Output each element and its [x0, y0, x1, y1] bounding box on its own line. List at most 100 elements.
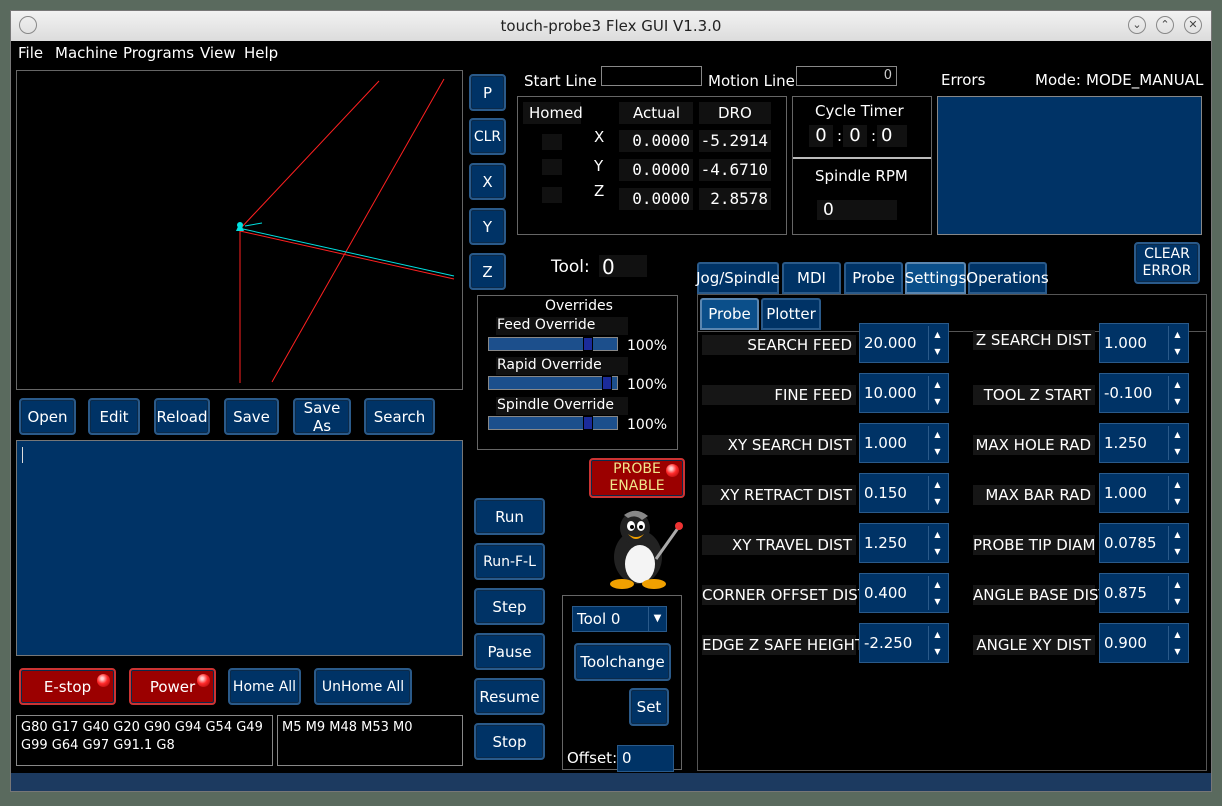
tab-jog-spindle[interactable]: Jog/Spindle: [696, 262, 780, 294]
actual-z-value: 0.0000: [619, 188, 693, 210]
arrow-down-icon[interactable]: ▼: [1168, 393, 1186, 410]
tab-probe[interactable]: Probe: [844, 262, 903, 294]
plot-canvas: [236, 78, 455, 383]
arrow-up-icon[interactable]: ▲: [1168, 376, 1186, 393]
arrow-down-icon[interactable]: ▼: [928, 543, 946, 560]
plot-y-button[interactable]: Y: [469, 208, 506, 245]
run-button[interactable]: Run: [474, 498, 545, 535]
probe-param-label: Z SEARCH DIST: [973, 330, 1095, 350]
spindle-override-slider[interactable]: [488, 416, 618, 430]
arrow-up-icon[interactable]: ▲: [1168, 526, 1186, 543]
arrow-down-icon[interactable]: ▼: [1168, 543, 1186, 560]
probe-param-spinbox[interactable]: 1.250 ▲ ▼: [1099, 423, 1189, 463]
arrow-down-icon[interactable]: ▼: [1168, 443, 1186, 460]
arrow-down-icon[interactable]: ▼: [928, 343, 946, 360]
probe-param-spinbox[interactable]: 1.000 ▲ ▼: [859, 423, 949, 463]
menu-machine[interactable]: Machine: [55, 44, 118, 62]
unhome-all-button[interactable]: UnHome All: [314, 668, 412, 705]
arrow-up-icon[interactable]: ▲: [928, 626, 946, 643]
chevron-down-icon[interactable]: ▼: [648, 607, 666, 631]
resume-button[interactable]: Resume: [474, 678, 545, 715]
set-offset-button[interactable]: Set: [629, 688, 669, 726]
arrow-down-icon[interactable]: ▼: [1168, 643, 1186, 660]
pause-button[interactable]: Pause: [474, 633, 545, 670]
probe-param-value: 20.000: [864, 334, 917, 352]
arrow-down-icon[interactable]: ▼: [1168, 343, 1186, 360]
feed-override-slider[interactable]: [488, 337, 618, 351]
arrow-up-icon[interactable]: ▲: [928, 576, 946, 593]
reload-button[interactable]: Reload: [154, 398, 210, 435]
tab-settings[interactable]: Settings: [905, 262, 966, 294]
arrow-down-icon[interactable]: ▼: [1168, 493, 1186, 510]
offset-input[interactable]: 0: [617, 745, 674, 772]
probe-param-spinbox[interactable]: -0.100 ▲ ▼: [1099, 373, 1189, 413]
plot-z-button[interactable]: Z: [469, 253, 506, 290]
arrow-up-icon[interactable]: ▲: [928, 376, 946, 393]
minimize-icon[interactable]: ⌄: [1128, 16, 1146, 34]
plot-x-button[interactable]: X: [469, 163, 506, 200]
estop-button[interactable]: E-stop: [19, 668, 116, 705]
gcode-editor[interactable]: [16, 440, 463, 656]
arrow-down-icon[interactable]: ▼: [928, 493, 946, 510]
subtab-plotter[interactable]: Plotter: [761, 298, 821, 330]
probe-param-spinbox[interactable]: 0.150 ▲ ▼: [859, 473, 949, 513]
arrow-down-icon[interactable]: ▼: [928, 643, 946, 660]
probe-param-spinbox[interactable]: 1.000 ▲ ▼: [1099, 323, 1189, 363]
tool-select-dropdown[interactable]: Tool 0 ▼: [572, 606, 667, 632]
toolpath-plot[interactable]: [16, 70, 463, 390]
toolchange-button[interactable]: Toolchange: [574, 643, 671, 681]
motion-line-label: Motion Line: [708, 72, 795, 90]
dro-header: DRO: [718, 104, 752, 122]
step-button[interactable]: Step: [474, 588, 545, 625]
menu-view[interactable]: View: [200, 44, 236, 62]
edit-button[interactable]: Edit: [88, 398, 140, 435]
probe-param-spinbox[interactable]: 20.000 ▲ ▼: [859, 323, 949, 363]
run-from-line-button[interactable]: Run-F-L: [474, 543, 545, 580]
menu-programs[interactable]: Programs: [123, 44, 194, 62]
arrow-up-icon[interactable]: ▲: [1168, 476, 1186, 493]
arrow-up-icon[interactable]: ▲: [1168, 576, 1186, 593]
arrow-up-icon[interactable]: ▲: [1168, 626, 1186, 643]
close-icon[interactable]: ✕: [1184, 16, 1202, 34]
menu-help[interactable]: Help: [244, 44, 278, 62]
home-all-button[interactable]: Home All: [228, 668, 301, 705]
save-button[interactable]: Save: [224, 398, 279, 435]
arrow-up-icon[interactable]: ▲: [1168, 326, 1186, 343]
homed-z-indicator: [542, 187, 562, 203]
probe-param-spinbox[interactable]: 0.0785 ▲ ▼: [1099, 523, 1189, 563]
probe-param-spinbox[interactable]: 1.250 ▲ ▼: [859, 523, 949, 563]
arrow-down-icon[interactable]: ▼: [928, 593, 946, 610]
actual-y-value: 0.0000: [619, 159, 693, 181]
probe-param-spinbox[interactable]: 0.900 ▲ ▼: [1099, 623, 1189, 663]
tab-mdi[interactable]: MDI: [782, 262, 841, 294]
plot-p-button[interactable]: P: [469, 74, 506, 111]
probe-param-spinbox[interactable]: -2.250 ▲ ▼: [859, 623, 949, 663]
power-button[interactable]: Power: [129, 668, 216, 705]
start-line-input[interactable]: [601, 66, 702, 86]
probe-param-spinbox[interactable]: 0.400 ▲ ▼: [859, 573, 949, 613]
arrow-up-icon[interactable]: ▲: [928, 526, 946, 543]
tab-operations[interactable]: Operations: [966, 262, 1049, 294]
arrow-up-icon[interactable]: ▲: [928, 326, 946, 343]
search-button[interactable]: Search: [364, 398, 435, 435]
plot-clr-button[interactable]: CLR: [469, 118, 506, 155]
arrow-down-icon[interactable]: ▼: [1168, 593, 1186, 610]
save-as-button[interactable]: Save As: [293, 398, 351, 435]
arrow-down-icon[interactable]: ▼: [928, 443, 946, 460]
rapid-override-slider[interactable]: [488, 376, 618, 390]
probe-param-spinbox[interactable]: 1.000 ▲ ▼: [1099, 473, 1189, 513]
open-button[interactable]: Open: [19, 398, 76, 435]
menu-file[interactable]: File: [18, 44, 43, 62]
arrow-up-icon[interactable]: ▲: [928, 426, 946, 443]
spindle-override-value: 100%: [627, 417, 668, 433]
probe-param-spinbox[interactable]: 10.000 ▲ ▼: [859, 373, 949, 413]
subtab-probe[interactable]: Probe: [700, 298, 759, 330]
arrow-down-icon[interactable]: ▼: [928, 393, 946, 410]
stop-button[interactable]: Stop: [474, 723, 545, 760]
maximize-icon[interactable]: ⌃: [1156, 16, 1174, 34]
arrow-up-icon[interactable]: ▲: [1168, 426, 1186, 443]
probe-enable-button[interactable]: PROBE ENABLE: [589, 458, 685, 498]
clear-error-button[interactable]: CLEAR ERROR: [1134, 242, 1200, 284]
probe-param-spinbox[interactable]: 0.875 ▲ ▼: [1099, 573, 1189, 613]
arrow-up-icon[interactable]: ▲: [928, 476, 946, 493]
